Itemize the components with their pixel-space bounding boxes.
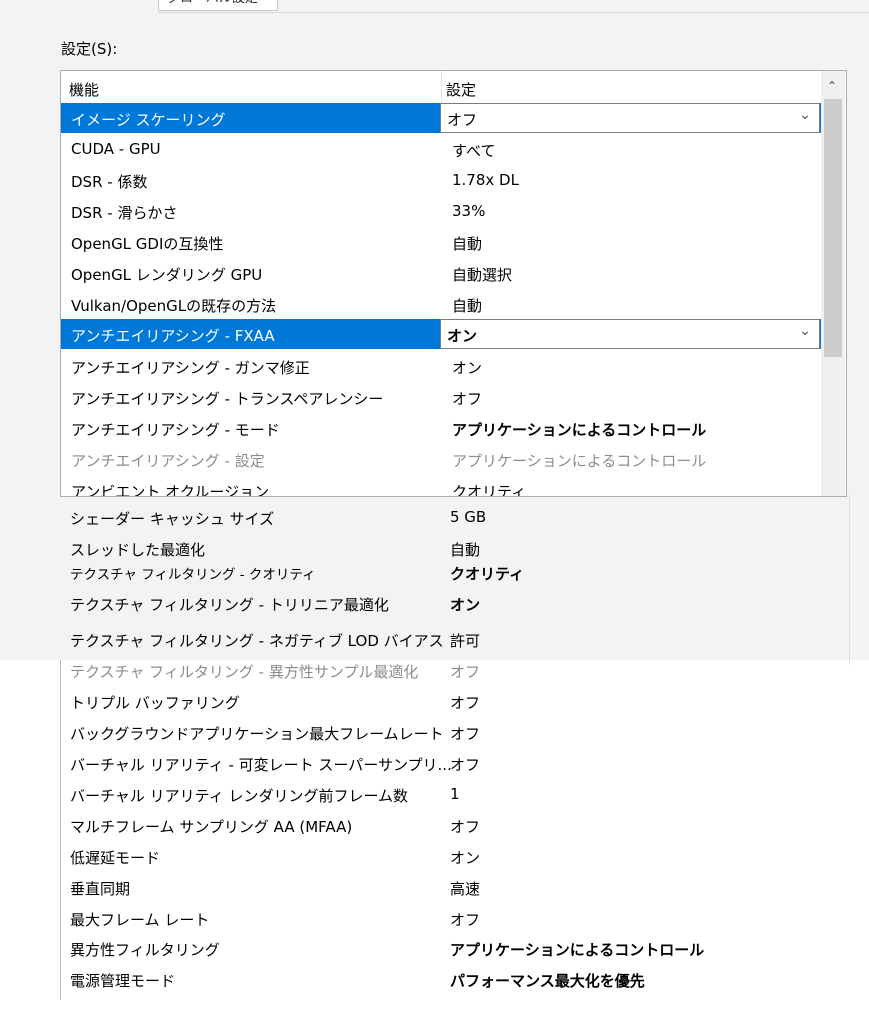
row-feature: テクスチャ フィルタリング - ネガティブ LOD バイアス xyxy=(70,632,444,650)
chevron-down-icon[interactable]: ⌄ xyxy=(799,323,811,339)
row-feature: CUDA - GPU xyxy=(71,140,161,158)
list-item[interactable]: テクスチャ フィルタリング - トリリニア最適化 オン xyxy=(60,588,850,618)
dropdown-value: オフ xyxy=(447,111,478,129)
table-row[interactable]: アンチエイリアシング - トランスペアレンシー オフ xyxy=(61,382,821,412)
row-setting: 1.78x DL xyxy=(452,171,519,189)
row-setting: オン xyxy=(450,596,481,614)
list-header: 機能 設定 xyxy=(61,71,821,103)
row-feature: アンチエイリアシング - トランスペアレンシー xyxy=(71,390,384,408)
row-setting: オフ xyxy=(450,694,481,712)
row-setting: オフ xyxy=(450,663,481,681)
table-row[interactable]: OpenGL GDIの互換性 自動 xyxy=(61,227,821,257)
list-item[interactable]: テクスチャ フィルタリング - ネガティブ LOD バイアス 許可 xyxy=(60,624,850,654)
row-setting: アプリケーションによるコントロール xyxy=(452,421,707,439)
list-item[interactable]: トリプル バッファリング オフ xyxy=(60,686,850,716)
setting-dropdown[interactable]: オフ ⌄ xyxy=(440,103,820,133)
row-feature: テクスチャ フィルタリング - 異方性サンプル最適化 xyxy=(70,663,419,681)
tab-global-settings[interactable]: グローバル設定 xyxy=(158,0,278,11)
row-feature: マルチフレーム サンプリング AA (MFAA) xyxy=(70,818,353,836)
scrollbar-thumb[interactable] xyxy=(824,99,842,357)
list-item[interactable]: テクスチャ フィルタリング - クオリティ クオリティ xyxy=(60,557,850,587)
list-item[interactable]: 垂直同期 高速 xyxy=(60,872,850,902)
table-row[interactable]: アンチエイリアシング - ガンマ修正 オン xyxy=(61,351,821,381)
scroll-up-arrow-icon[interactable]: ⌃ xyxy=(827,79,837,93)
list-item[interactable]: 最大フレーム レート オフ xyxy=(60,903,850,933)
row-feature: アンチエイリアシング - ガンマ修正 xyxy=(71,359,310,377)
column-divider[interactable] xyxy=(441,71,442,103)
row-setting: クオリティ xyxy=(450,565,525,583)
table-row[interactable]: アンビエント オクルージョン クオリティ xyxy=(61,475,821,497)
list-item[interactable]: バーチャル リアリティ - 可変レート スーパーサンプリ... オフ xyxy=(60,748,850,778)
list-item[interactable]: 電源管理モード パフォーマンス最大化を優先 xyxy=(60,964,850,994)
row-setting: オン xyxy=(452,359,483,377)
row-feature: Vulkan/OpenGLの既存の方法 xyxy=(71,297,277,315)
row-feature: バックグラウンドアプリケーション最大フレームレート xyxy=(70,725,444,743)
row-feature: OpenGL GDIの互換性 xyxy=(71,235,224,253)
row-feature: 垂直同期 xyxy=(70,880,131,898)
row-setting: オフ xyxy=(450,725,481,743)
table-row[interactable]: Vulkan/OpenGLの既存の方法 自動 xyxy=(61,289,821,319)
row-feature: 電源管理モード xyxy=(70,972,176,990)
row-setting: 5 GB xyxy=(450,508,487,526)
dropdown-value: オン xyxy=(447,327,478,345)
row-feature: 低遅延モード xyxy=(70,849,161,867)
table-row[interactable]: アンチエイリアシング - モード アプリケーションによるコントロール xyxy=(61,413,821,443)
row-setting: アプリケーションによるコントロール xyxy=(452,452,707,470)
settings-label: 設定(S): xyxy=(61,40,118,58)
row-setting: オフ xyxy=(452,390,483,408)
row-feature: DSR - 滑らかさ xyxy=(71,204,178,222)
row-setting: オン xyxy=(450,849,481,867)
row-image-scaling[interactable]: イメージ スケーリング オフ ⌄ xyxy=(61,103,821,133)
row-setting: オフ xyxy=(450,911,481,929)
list-item[interactable]: バックグラウンドアプリケーション最大フレームレート オフ xyxy=(60,717,850,747)
column-header-setting[interactable]: 設定 xyxy=(446,79,476,100)
settings-listbox[interactable]: 機能 設定 イメージ スケーリング オフ ⌄ CUDA - GPU すべて DS… xyxy=(60,70,847,497)
list-item[interactable]: テクスチャ フィルタリング - 異方性サンプル最適化 オフ xyxy=(60,655,850,685)
row-feature: バーチャル リアリティ レンダリング前フレーム数 xyxy=(70,787,409,805)
row-setting: 1 xyxy=(450,785,460,803)
row-setting: クオリティ xyxy=(452,483,527,497)
row-feature: シェーダー キャッシュ サイズ xyxy=(70,510,275,528)
table-row[interactable]: OpenGL レンダリング GPU 自動選択 xyxy=(61,258,821,288)
row-feature: イメージ スケーリング xyxy=(71,111,226,129)
row-feature: 異方性フィルタリング xyxy=(70,941,220,959)
list-item[interactable]: シェーダー キャッシュ サイズ 5 GB xyxy=(60,502,850,532)
row-setting: アプリケーションによるコントロール xyxy=(450,941,705,959)
list-item[interactable]: バーチャル リアリティ レンダリング前フレーム数 1 xyxy=(60,779,850,809)
table-row[interactable]: DSR - 滑らかさ 33% xyxy=(61,196,821,226)
setting-dropdown[interactable]: オン ⌄ xyxy=(440,319,820,349)
row-setting: オフ xyxy=(450,756,481,774)
row-feature: DSR - 係数 xyxy=(71,173,148,191)
row-feature: アンビエント オクルージョン xyxy=(71,483,270,497)
row-feature: テクスチャ フィルタリング - トリリニア最適化 xyxy=(70,596,389,614)
row-setting: 許可 xyxy=(450,632,481,650)
row-feature: バーチャル リアリティ - 可変レート スーパーサンプリ... xyxy=(70,756,452,774)
row-setting: すべて xyxy=(452,142,496,160)
row-feature: アンチエイリアシング - モード xyxy=(71,421,280,439)
table-row[interactable]: アンチエイリアシング - 設定 アプリケーションによるコントロール xyxy=(61,444,821,474)
list-item[interactable]: 異方性フィルタリング アプリケーションによるコントロール xyxy=(60,933,850,963)
table-row[interactable]: CUDA - GPU すべて xyxy=(61,134,821,164)
table-row[interactable]: DSR - 係数 1.78x DL xyxy=(61,165,821,195)
row-setting: 33% xyxy=(452,202,486,220)
row-feature: テクスチャ フィルタリング - クオリティ xyxy=(70,567,316,583)
row-setting: オフ xyxy=(450,818,481,836)
row-feature: 最大フレーム レート xyxy=(70,911,210,929)
chevron-down-icon[interactable]: ⌄ xyxy=(799,107,811,123)
row-setting: 高速 xyxy=(450,880,481,898)
row-feature: アンチエイリアシング - 設定 xyxy=(71,452,265,470)
row-setting: パフォーマンス最大化を優先 xyxy=(450,972,645,990)
list-item[interactable]: マルチフレーム サンプリング AA (MFAA) オフ xyxy=(60,810,850,840)
row-feature: トリプル バッファリング xyxy=(70,694,240,712)
row-feature: アンチエイリアシング - FXAA xyxy=(71,327,275,345)
vertical-scrollbar[interactable]: ⌃ xyxy=(821,71,845,496)
row-setting: 自動 xyxy=(452,235,483,253)
row-fxaa[interactable]: アンチエイリアシング - FXAA オン ⌄ xyxy=(61,319,821,349)
column-header-feature[interactable]: 機能 xyxy=(69,79,99,100)
row-setting: 自動選択 xyxy=(452,266,513,284)
row-feature: OpenGL レンダリング GPU xyxy=(71,266,263,284)
row-setting: 自動 xyxy=(452,297,483,315)
list-item[interactable]: 低遅延モード オン xyxy=(60,841,850,871)
